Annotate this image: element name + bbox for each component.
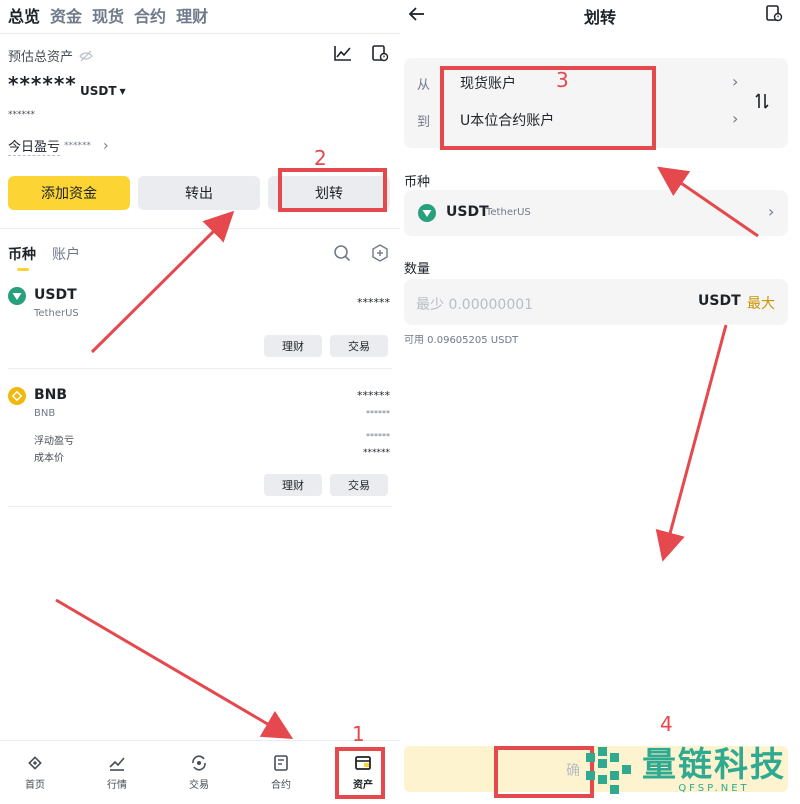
watermark-logo-icon xyxy=(586,747,631,794)
arrow-to-confirm xyxy=(655,324,728,562)
annotation-arrows xyxy=(55,166,759,740)
arrow-to-assets xyxy=(55,598,294,740)
watermark-cn: 量链科技 xyxy=(642,744,786,785)
arrow-to-accounts xyxy=(657,166,759,238)
arrow-to-transfer xyxy=(90,210,235,354)
watermark-text: 量链科技 QFSP.NET xyxy=(642,747,786,794)
watermark: 量链科技 QFSP.NET xyxy=(584,745,786,795)
